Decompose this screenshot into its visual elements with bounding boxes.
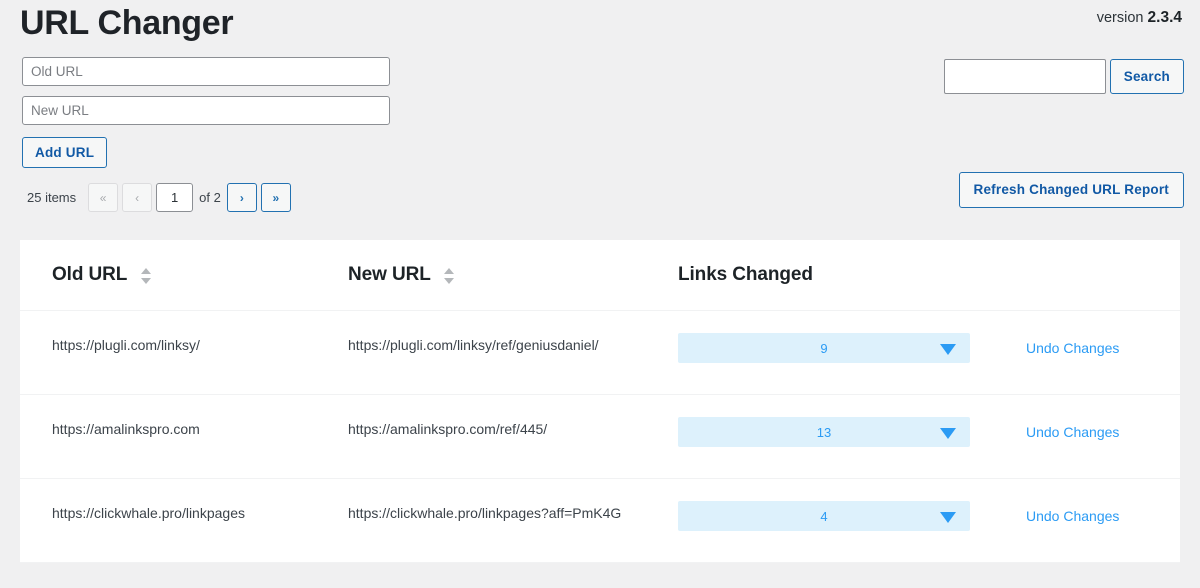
last-page-button[interactable]: » <box>260 183 291 212</box>
total-pages-label: of 2 <box>199 190 221 205</box>
table-header-row: Old URL New URL Links Changed <box>20 240 1180 311</box>
column-header-links-changed: Links Changed <box>678 264 1026 286</box>
undo-changes-link[interactable]: Undo Changes <box>1026 501 1119 531</box>
links-changed-header-label: Links Changed <box>678 264 813 285</box>
next-page-button[interactable]: › <box>226 183 257 212</box>
chevron-down-icon <box>940 512 956 523</box>
table-row: https://plugli.com/linksy/ https://plugl… <box>20 311 1180 395</box>
new-url-input[interactable] <box>22 96 390 125</box>
new-url-text: https://plugli.com/linksy/ref/geniusdani… <box>348 337 599 353</box>
links-changed-dropdown[interactable]: 13 <box>678 417 970 447</box>
links-changed-dropdown[interactable]: 4 <box>678 501 970 531</box>
undo-changes-link[interactable]: Undo Changes <box>1026 333 1119 363</box>
chevron-down-icon <box>940 344 956 355</box>
cell-old-url: https://plugli.com/linksy/ <box>20 333 348 357</box>
page-title: URL Changer <box>20 4 234 42</box>
sort-descending-icon[interactable] <box>444 278 455 284</box>
old-url-text: https://clickwhale.pro/linkpages <box>52 505 245 521</box>
chevron-down-icon <box>940 428 956 439</box>
search-input[interactable] <box>943 59 1106 94</box>
cell-links-changed: 13 <box>678 417 1026 447</box>
url-table: Old URL New URL Links Changed https://pl… <box>20 240 1180 563</box>
links-changed-value: 9 <box>820 340 828 356</box>
links-changed-dropdown[interactable]: 9 <box>678 333 970 363</box>
column-header-new-url: New URL <box>348 264 678 286</box>
table-row: https://clickwhale.pro/linkpages https:/… <box>20 479 1180 563</box>
cell-action: Undo Changes <box>1026 501 1180 531</box>
new-url-header-label: New URL <box>348 264 431 285</box>
old-url-input[interactable] <box>22 57 390 86</box>
pagination: 25 items « ‹ of 2 › » <box>27 183 295 212</box>
cell-action: Undo Changes <box>1026 417 1180 447</box>
version-label: version 2.3.4 <box>1097 9 1182 27</box>
version-word: version <box>1096 10 1144 26</box>
add-url-form: Add URL <box>22 57 390 168</box>
links-changed-value: 13 <box>816 424 832 440</box>
prev-page-button[interactable]: ‹ <box>122 183 153 212</box>
cell-old-url: https://clickwhale.pro/linkpages <box>20 501 348 525</box>
first-page-button[interactable]: « <box>88 183 119 212</box>
cell-new-url: https://amalinkspro.com/ref/445/ <box>348 417 678 441</box>
new-url-text: https://amalinkspro.com/ref/445/ <box>348 421 548 437</box>
page-header: URL Changer version 2.3.4 <box>0 0 1200 48</box>
sort-ascending-icon[interactable] <box>140 268 151 274</box>
old-url-text: https://amalinkspro.com <box>52 421 200 437</box>
links-changed-value: 4 <box>820 508 828 524</box>
sort-ascending-icon[interactable] <box>444 268 455 274</box>
old-url-text: https://plugli.com/linksy/ <box>52 337 200 353</box>
column-header-old-url: Old URL <box>20 264 348 286</box>
search-area: Search <box>943 59 1184 94</box>
item-count-label: 25 items <box>27 190 77 205</box>
sort-descending-icon[interactable] <box>140 278 151 284</box>
new-url-text: https://clickwhale.pro/linkpages?aff=PmK… <box>348 505 622 521</box>
cell-action: Undo Changes <box>1026 333 1180 363</box>
cell-old-url: https://amalinkspro.com <box>20 417 348 441</box>
current-page-input[interactable] <box>156 183 194 212</box>
sort-arrows-icon[interactable] <box>140 268 151 284</box>
sort-arrows-icon[interactable] <box>444 268 455 284</box>
cell-new-url: https://clickwhale.pro/linkpages?aff=PmK… <box>348 501 678 525</box>
add-url-button[interactable]: Add URL <box>22 137 108 168</box>
undo-changes-link[interactable]: Undo Changes <box>1026 417 1119 447</box>
cell-new-url: https://plugli.com/linksy/ref/geniusdani… <box>348 333 678 357</box>
search-button[interactable]: Search <box>1109 59 1184 94</box>
cell-links-changed: 9 <box>678 333 1026 363</box>
table-row: https://amalinkspro.com https://amalinks… <box>20 395 1180 479</box>
cell-links-changed: 4 <box>678 501 1026 531</box>
version-number: 2.3.4 <box>1147 9 1182 26</box>
refresh-changed-url-report-button[interactable]: Refresh Changed URL Report <box>958 172 1184 208</box>
old-url-header-label: Old URL <box>52 264 128 285</box>
